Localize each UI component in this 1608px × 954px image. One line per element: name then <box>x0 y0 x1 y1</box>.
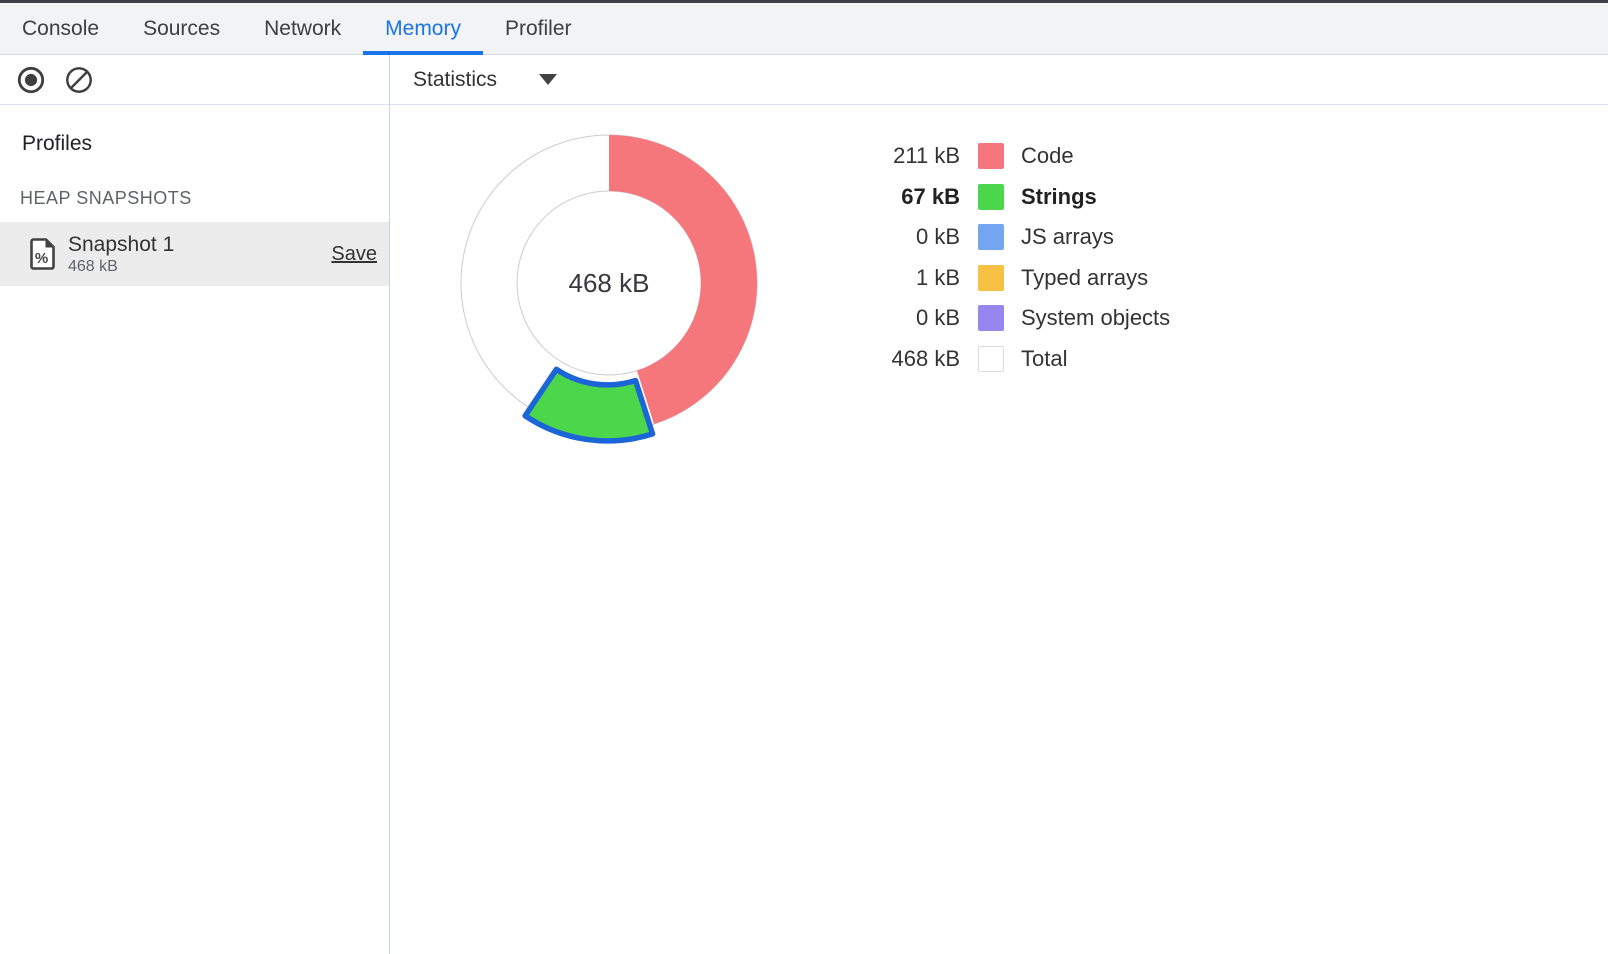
legend-label-typed-arrays: Typed arrays <box>1021 265 1148 291</box>
legend-value-total: 468 kB <box>840 346 960 372</box>
legend-value-strings: 67 kB <box>840 184 960 210</box>
tab-profiler[interactable]: Profiler <box>483 3 594 54</box>
record-icon <box>16 65 46 95</box>
donut-chart[interactable]: 468 kB <box>442 121 776 455</box>
profiles-title: Profiles <box>22 132 389 156</box>
devtools-window: ConsoleSourcesNetworkMemoryProfiler <box>0 0 1608 954</box>
tab-sources[interactable]: Sources <box>121 3 242 54</box>
legend-swatch-js-arrays <box>978 224 1004 250</box>
legend-value-code: 211 kB <box>840 143 960 169</box>
snapshot-name: Snapshot 1 <box>68 233 174 257</box>
record-heap-snapshot-button[interactable] <box>16 65 46 95</box>
content-row: Profiles HEAP SNAPSHOTS % Snapshot 1 468… <box>0 55 1608 954</box>
statistics-chart-area: 468 kB 211 kB Code 67 kB Strings 0 kB JS arra… <box>390 105 1608 954</box>
legend-swatch-typed-arrays <box>978 265 1004 291</box>
clear-icon <box>64 65 94 95</box>
legend-row-typed-arrays[interactable]: 1 kB Typed arrays <box>840 258 1170 299</box>
perspective-label: Statistics <box>413 68 497 92</box>
legend-label-system-objects: System objects <box>1021 305 1170 331</box>
sidebar-content: Profiles HEAP SNAPSHOTS % Snapshot 1 468… <box>0 105 389 286</box>
legend-swatch-strings <box>978 184 1004 210</box>
legend-label-strings: Strings <box>1021 184 1097 210</box>
snapshot-size: 468 kB <box>68 257 174 276</box>
legend-row-js-arrays[interactable]: 0 kB JS arrays <box>840 217 1170 258</box>
chart-center-label: 468 kB <box>569 268 650 298</box>
clear-profiles-button[interactable] <box>64 65 94 95</box>
perspective-dropdown[interactable]: Statistics <box>413 68 557 92</box>
save-link[interactable]: Save <box>331 243 377 266</box>
profiler-toolbar <box>0 55 389 105</box>
sidebar: Profiles HEAP SNAPSHOTS % Snapshot 1 468… <box>0 55 390 954</box>
legend-swatch-system-objects <box>978 305 1004 331</box>
legend-value-typed-arrays: 1 kB <box>840 265 960 291</box>
tab-console[interactable]: Console <box>0 3 121 54</box>
heap-snapshots-section-title: HEAP SNAPSHOTS <box>20 188 389 209</box>
legend-row-strings[interactable]: 67 kB Strings <box>840 177 1170 218</box>
chart-legend: 211 kB Code 67 kB Strings 0 kB JS arrays 1 kB T… <box>840 136 1170 379</box>
snapshot-text: Snapshot 1 468 kB <box>68 233 174 276</box>
legend-swatch-total <box>978 346 1004 372</box>
main-panel: Statistics 468 kB 211 kB Code 67 kB Strings… <box>390 55 1608 954</box>
tab-bar: ConsoleSourcesNetworkMemoryProfiler <box>0 3 1608 55</box>
legend-row-code[interactable]: 211 kB Code <box>840 136 1170 177</box>
view-toolbar: Statistics <box>390 55 1608 105</box>
legend-value-js-arrays: 0 kB <box>840 224 960 250</box>
snapshot-item[interactable]: % Snapshot 1 468 kB Save <box>0 222 389 286</box>
tab-memory[interactable]: Memory <box>363 3 483 54</box>
legend-swatch-code <box>978 143 1004 169</box>
legend-value-system-objects: 0 kB <box>840 305 960 331</box>
legend-label-code: Code <box>1021 143 1074 169</box>
tab-network[interactable]: Network <box>242 3 363 54</box>
legend-row-system-objects[interactable]: 0 kB System objects <box>840 298 1170 339</box>
svg-text:%: % <box>35 250 48 267</box>
heap-snapshot-icon: % <box>30 238 55 270</box>
legend-label-js-arrays: JS arrays <box>1021 224 1114 250</box>
legend-row-total[interactable]: 468 kB Total <box>840 339 1170 380</box>
legend-label-total: Total <box>1021 346 1067 372</box>
chevron-down-icon <box>539 74 557 85</box>
